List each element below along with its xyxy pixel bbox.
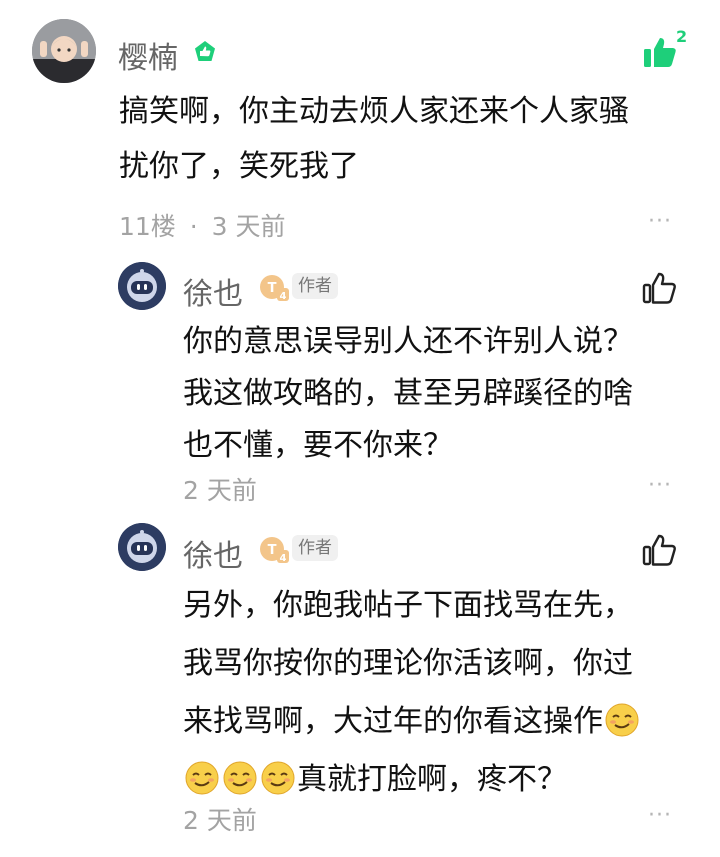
- reply-time: 2 天前: [183, 806, 257, 835]
- comment-username[interactable]: 樱楠: [118, 33, 178, 77]
- comment-text-line: 扰你了，笑死我了: [119, 149, 359, 184]
- svg-text:4: 4: [280, 291, 287, 302]
- reply-text-line-with-emoji: 真就打脸啊，疼不？: [183, 751, 683, 809]
- level-badge-icon: T 4: [259, 274, 289, 306]
- floor-number: 11楼: [119, 212, 176, 241]
- reply-text-line: 我骂你按你的理论你活该啊，你过: [183, 646, 633, 681]
- smirk-emoji-icon: [184, 758, 220, 795]
- reply-text-segment: 真就打脸啊，疼不？: [297, 762, 567, 797]
- reply-username[interactable]: 徐也: [183, 269, 243, 313]
- more-options-button[interactable]: ···: [648, 209, 672, 234]
- reply-username[interactable]: 徐也: [183, 531, 243, 575]
- thumbs-up-icon: [642, 534, 676, 566]
- comment-text: 搞笑啊，你主动去烦人家还来个人家骚 扰你了，笑死我了: [119, 86, 689, 193]
- thumbs-up-filled-icon: [644, 38, 676, 67]
- reply-text: 你的意思误导别人还不许别人说？ 我这做攻略的，甚至另辟蹊径的啥 也不懂，要不你来…: [183, 316, 683, 472]
- smirk-emoji-icon: [604, 700, 640, 737]
- like-button[interactable]: [641, 270, 677, 310]
- reply-time: 2 天前: [183, 476, 257, 505]
- reply-text-line: 也不懂，要不你来？: [183, 428, 453, 463]
- more-options-button[interactable]: ···: [648, 473, 672, 498]
- reply-text-line: 我这做攻略的，甚至另辟蹊径的啥: [183, 376, 633, 411]
- svg-text:4: 4: [280, 553, 287, 564]
- reply-text-line: 另外，你跑我帖子下面找骂在先，: [183, 588, 633, 623]
- like-button[interactable]: 2: [640, 27, 696, 74]
- reply-text-line: 你的意思误导别人还不许别人说？: [183, 324, 633, 359]
- avatar[interactable]: [32, 19, 96, 83]
- meta-separator: ·: [189, 212, 198, 241]
- thumbs-up-icon: [642, 272, 676, 304]
- more-options-button[interactable]: ···: [648, 803, 672, 828]
- avatar-image: [32, 19, 96, 83]
- verified-badge-icon: [193, 40, 217, 68]
- reply-text-segment: 来找骂啊，大过年的你看这操作: [183, 704, 603, 739]
- reply-avatar[interactable]: [118, 262, 166, 310]
- like-button[interactable]: [641, 532, 677, 572]
- reply-avatar[interactable]: [118, 523, 166, 571]
- smirk-emoji-icon: [260, 758, 296, 795]
- svg-text:T: T: [268, 543, 277, 558]
- reply-text-line-with-emoji: 来找骂啊，大过年的你看这操作: [183, 693, 683, 751]
- author-tag: 作者: [292, 273, 338, 299]
- level-badge-icon: T 4: [259, 536, 289, 568]
- comment-meta: 11楼 · 3 天前: [119, 207, 286, 243]
- comment-text-line: 搞笑啊，你主动去烦人家还来个人家骚: [119, 94, 629, 129]
- svg-text:T: T: [268, 281, 277, 296]
- robot-avatar-icon: [118, 262, 166, 310]
- reply-text: 另外，你跑我帖子下面找骂在先， 我骂你按你的理论你活该啊，你过 来找骂啊，大过年…: [183, 577, 683, 809]
- smirk-emoji-icon: [222, 758, 258, 795]
- robot-avatar-icon: [118, 523, 166, 571]
- like-count: 2: [676, 27, 688, 46]
- author-tag: 作者: [292, 535, 338, 561]
- comment-time: 3 天前: [211, 212, 286, 241]
